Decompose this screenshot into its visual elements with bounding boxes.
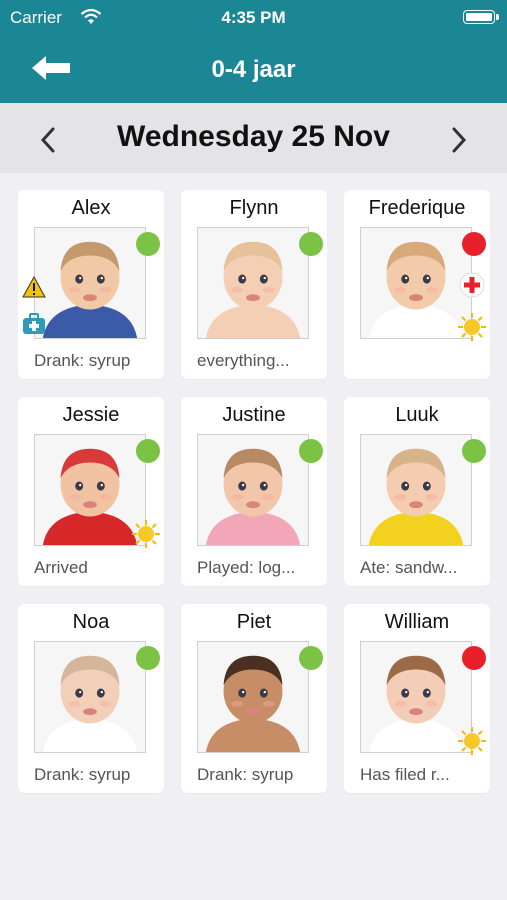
children-grid: Alex Drank: syrup Flynn everything... Fred…: [18, 190, 490, 793]
child-card-luuk[interactable]: Luuk Ate: sandw...: [344, 397, 490, 586]
absent-status-dot: [462, 232, 486, 256]
sun-icon: [131, 519, 161, 549]
clock: 4:35 PM: [221, 8, 286, 27]
child-name: Piet: [236, 611, 272, 633]
child-card-flynn[interactable]: Flynn everything...: [181, 190, 327, 379]
chevron-right-icon[interactable]: [447, 125, 471, 155]
child-name: Frederique: [368, 197, 466, 219]
present-status-dot: [299, 439, 323, 463]
child-photo: [360, 641, 472, 753]
child-card-jessie[interactable]: Jessie Arrived: [18, 397, 164, 586]
child-name: Noa: [72, 611, 110, 633]
present-status-dot: [462, 439, 486, 463]
child-photo: [34, 641, 146, 753]
child-card-justine[interactable]: Justine Played: log...: [181, 397, 327, 586]
child-last-activity: Drank: syrup: [34, 765, 131, 784]
medical-cross-icon: [459, 272, 485, 298]
child-photo: [197, 227, 309, 339]
child-last-activity: everything...: [197, 351, 290, 370]
present-status-dot: [136, 232, 160, 256]
child-last-activity: Ate: sandw...: [360, 558, 458, 577]
child-card-alex[interactable]: Alex Drank: syrup: [18, 190, 164, 379]
present-status-dot: [299, 232, 323, 256]
sun-icon: [457, 312, 487, 342]
child-last-activity: Arrived: [34, 558, 88, 577]
child-name: Flynn: [229, 197, 279, 219]
child-name: Luuk: [395, 404, 439, 426]
battery-icon: [463, 10, 499, 24]
child-name: Alex: [71, 197, 111, 219]
sun-icon: [457, 726, 487, 756]
current-date: Wednesday 25 Nov: [117, 120, 390, 153]
child-card-william[interactable]: William Has filed r...: [344, 604, 490, 793]
present-status-dot: [299, 646, 323, 670]
status-bar: Carrier 4:35 PM: [0, 0, 507, 36]
child-photo: [34, 434, 146, 546]
child-last-activity: Has filed r...: [360, 765, 450, 784]
navigation-header: Carrier 4:35 PM 0-4 jaar: [0, 0, 507, 103]
child-photo: [197, 641, 309, 753]
child-last-activity: Played: log...: [197, 558, 296, 577]
child-name: William: [384, 611, 450, 633]
first-aid-kit-icon: [22, 312, 46, 336]
present-status-dot: [136, 439, 160, 463]
child-photo: [34, 227, 146, 339]
child-name: Justine: [222, 404, 286, 426]
present-status-dot: [136, 646, 160, 670]
child-card-noa[interactable]: Noa Drank: syrup: [18, 604, 164, 793]
child-card-piet[interactable]: Piet Drank: syrup: [181, 604, 327, 793]
date-navigator: Wednesday 25 Nov: [0, 103, 507, 173]
absent-status-dot: [462, 646, 486, 670]
child-name: Jessie: [62, 404, 120, 426]
child-photo: [360, 434, 472, 546]
child-photo: [360, 227, 472, 339]
child-card-frederique[interactable]: Frederique: [344, 190, 490, 379]
page-title: 0-4 jaar: [211, 56, 296, 83]
child-last-activity: Drank: syrup: [197, 765, 294, 784]
warning-icon: [22, 275, 46, 298]
child-photo: [197, 434, 309, 546]
child-last-activity: Drank: syrup: [34, 351, 131, 370]
